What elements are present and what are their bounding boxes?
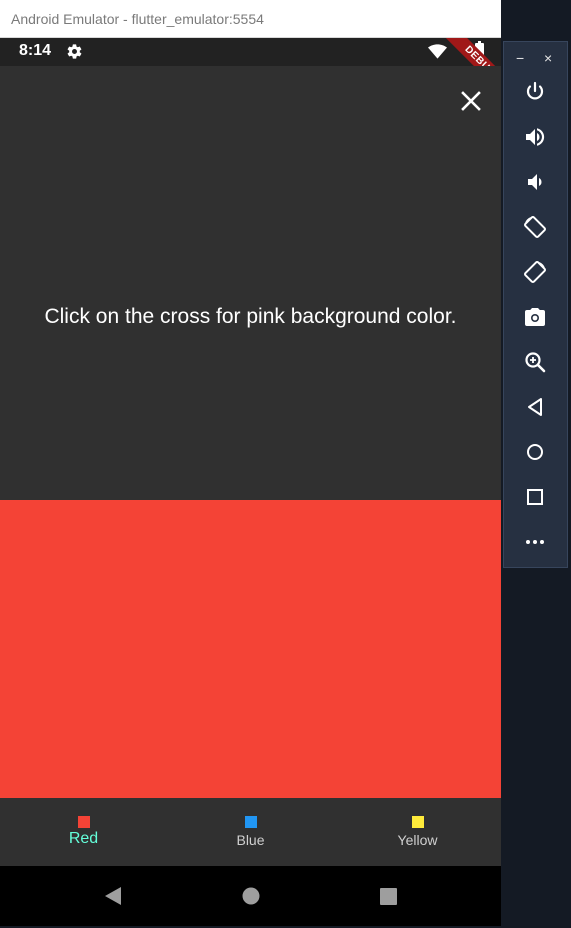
- nav-item-red[interactable]: Red: [0, 798, 167, 866]
- emulator-sidebar: − ×: [503, 41, 568, 568]
- close-icon[interactable]: [458, 88, 484, 114]
- home-circle-icon[interactable]: [241, 886, 261, 906]
- nav-label-yellow: Yellow: [397, 832, 438, 848]
- bottom-navigation-bar: Red Blue Yellow: [0, 798, 501, 866]
- window-title-bar: Android Emulator - flutter_emulator:5554: [0, 0, 501, 38]
- back-triangle-icon[interactable]: [103, 886, 123, 906]
- rotate-right-icon[interactable]: [523, 260, 547, 284]
- volume-down-icon[interactable]: [523, 170, 547, 194]
- zoom-icon[interactable]: [523, 350, 547, 374]
- emulator-screen: 8:14 DEBUG Click on the cross for pink b…: [0, 38, 501, 926]
- red-square-icon: [77, 816, 90, 828]
- rotate-left-icon[interactable]: [523, 215, 547, 239]
- instruction-text: Click on the cross for pink background c…: [44, 305, 457, 328]
- message-panel: Click on the cross for pink background c…: [0, 66, 501, 500]
- close-window-button[interactable]: ×: [544, 50, 552, 66]
- wifi-icon: [428, 44, 447, 59]
- overview-icon[interactable]: [523, 485, 547, 509]
- more-icon[interactable]: [523, 530, 547, 554]
- nav-item-blue[interactable]: Blue: [167, 798, 334, 866]
- color-display-panel: [0, 500, 501, 798]
- power-icon[interactable]: [523, 80, 547, 104]
- nav-label-red: Red: [68, 830, 99, 847]
- settings-gear-icon: [67, 44, 82, 59]
- minimize-button[interactable]: −: [516, 50, 524, 66]
- camera-icon[interactable]: [523, 305, 547, 329]
- yellow-square-icon: [411, 816, 424, 828]
- nav-item-yellow[interactable]: Yellow: [334, 798, 501, 866]
- home-icon[interactable]: [523, 440, 547, 464]
- status-time: 8:14: [19, 42, 52, 59]
- status-bar: 8:14: [0, 38, 501, 66]
- volume-up-icon[interactable]: [523, 125, 547, 149]
- window-title: Android Emulator - flutter_emulator:5554: [11, 11, 264, 27]
- back-icon[interactable]: [523, 395, 547, 419]
- overview-square-icon[interactable]: [379, 887, 398, 906]
- blue-square-icon: [244, 816, 257, 828]
- nav-label-blue: Blue: [236, 832, 265, 848]
- system-navigation-bar: [0, 866, 501, 926]
